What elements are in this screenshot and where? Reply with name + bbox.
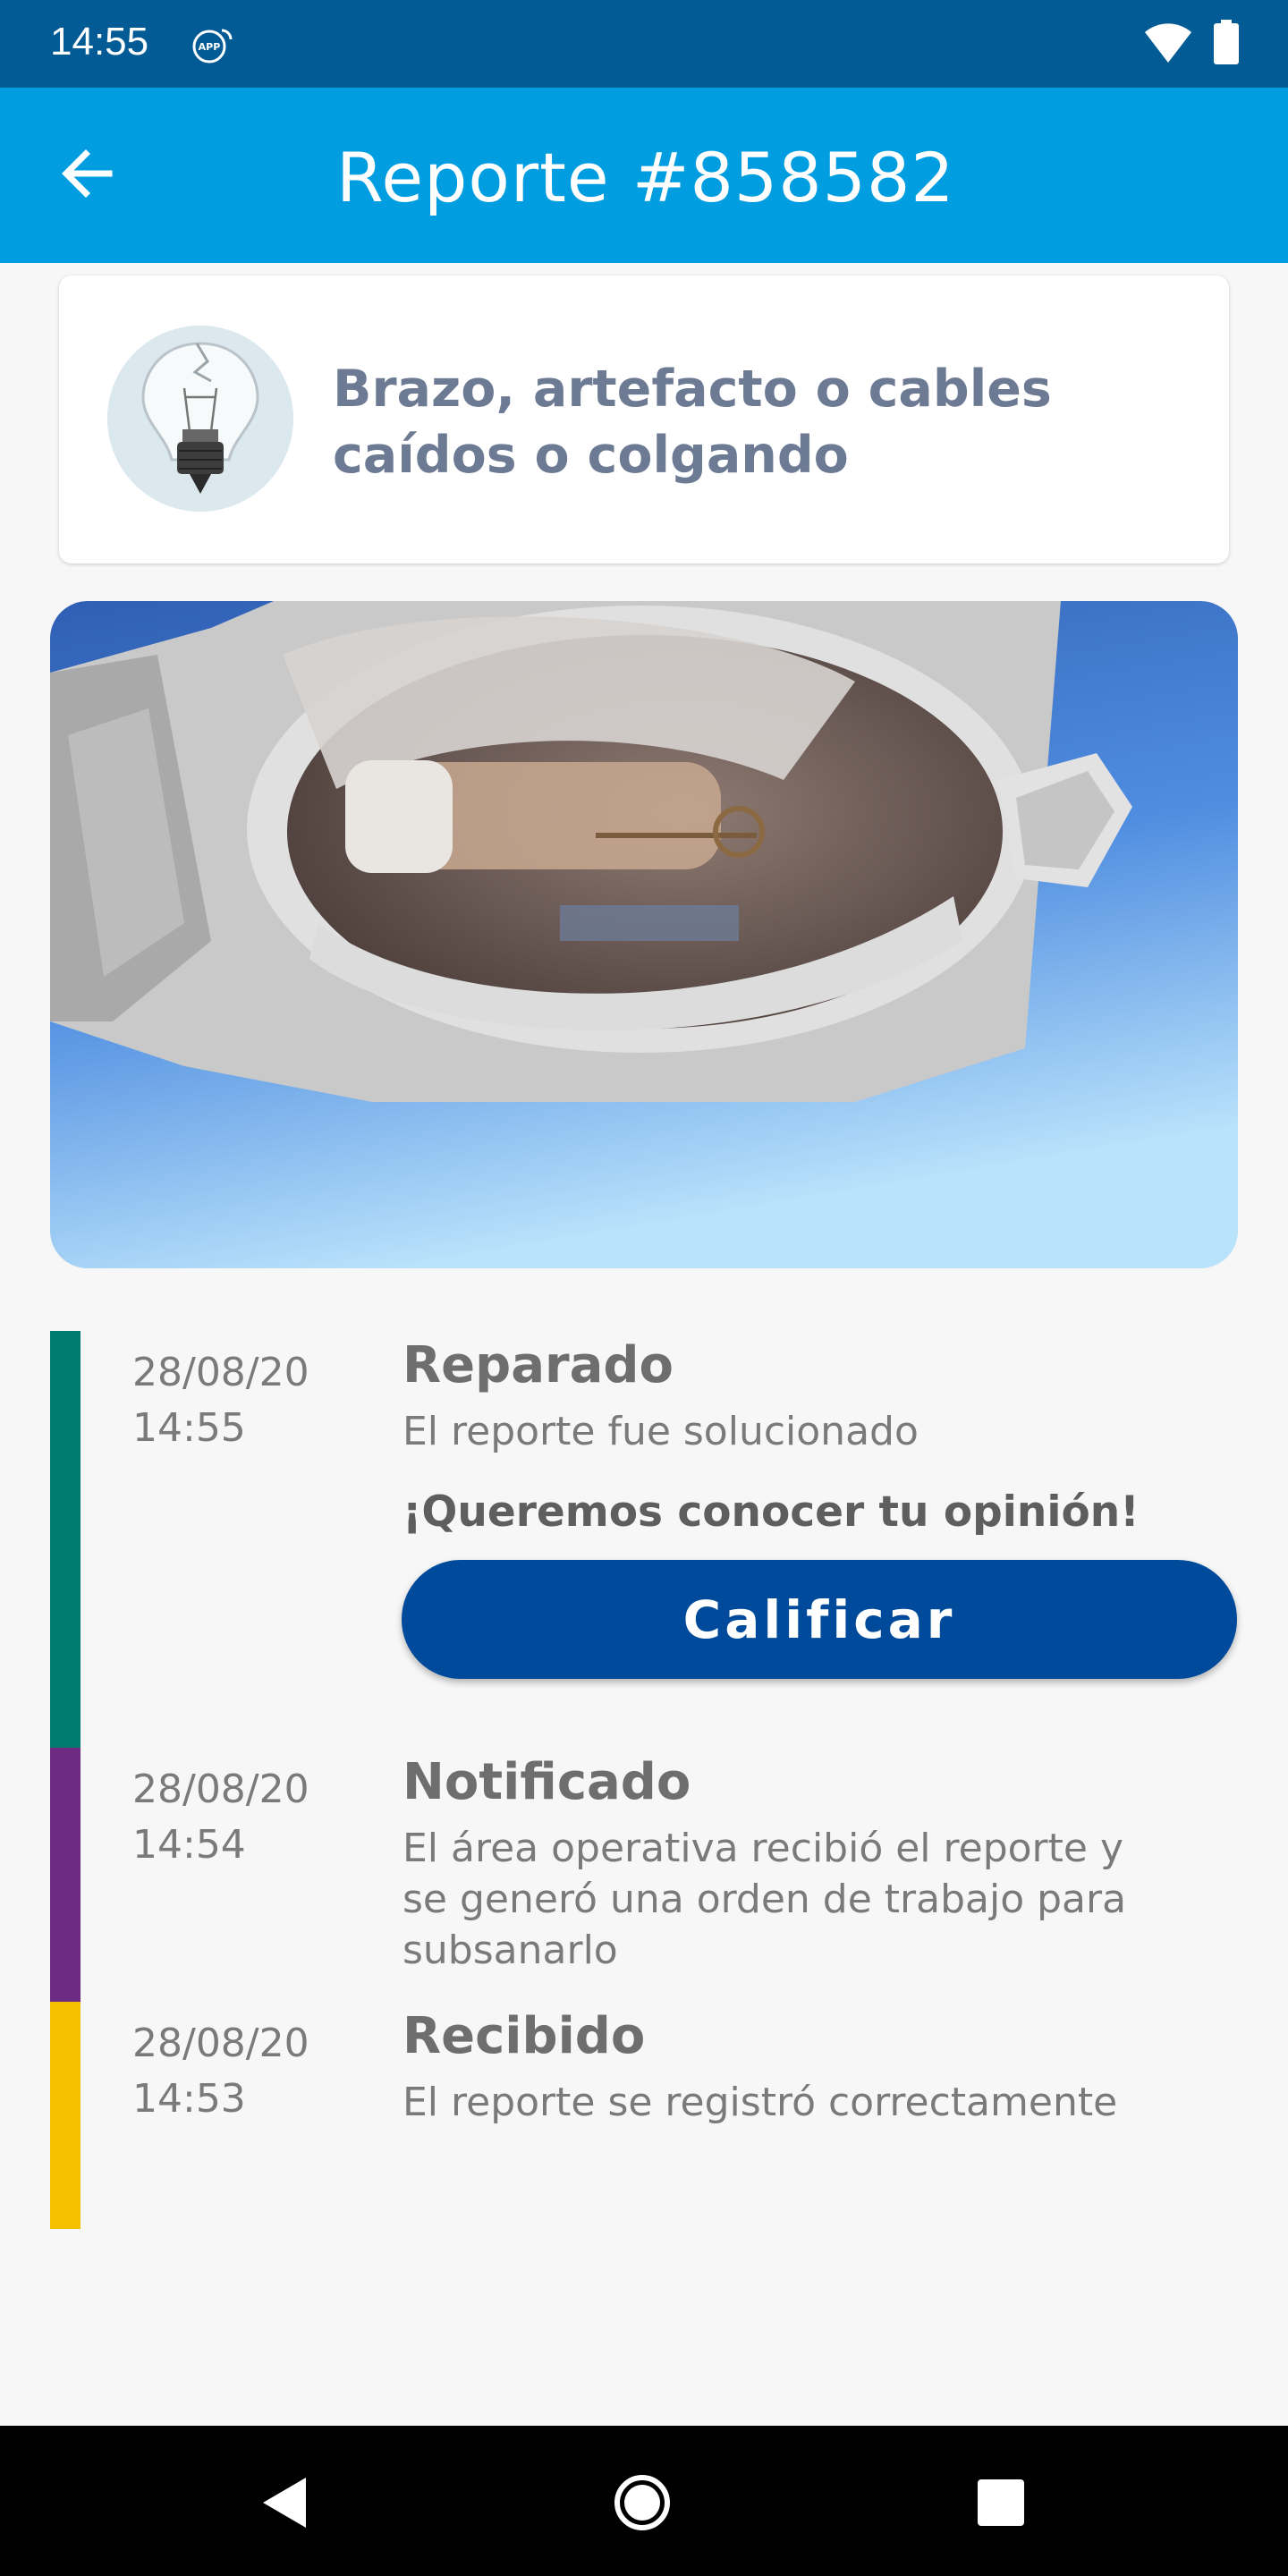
broken-bulb-icon xyxy=(107,326,293,512)
category-card: Brazo, artefacto o cables caídos o colga… xyxy=(59,275,1229,564)
square-recents-icon[interactable] xyxy=(978,2479,1024,2526)
circle-home-icon[interactable] xyxy=(614,2474,671,2531)
triangle-back-icon[interactable] xyxy=(259,2476,309,2529)
timeline-bar-reparado xyxy=(50,1331,80,1748)
timeline-description: El reporte fue solucionado xyxy=(402,1409,919,1454)
page-title: Reporte #858582 xyxy=(336,138,955,217)
timeline-status: Recibido xyxy=(402,2007,646,2065)
timeline-bar-notificado xyxy=(50,1748,80,2002)
status-time: 14:55 xyxy=(50,20,149,64)
timeline-description: El área operativa recibió el reporte y s… xyxy=(402,1826,1127,1973)
street-lamp-photo xyxy=(50,601,1238,1268)
timeline-date: 28/08/20 14:53 xyxy=(132,2016,309,2127)
timeline-bar-recibido xyxy=(50,2002,80,2229)
back-button[interactable] xyxy=(45,132,127,215)
timeline-date-day: 28/08/20 xyxy=(132,1767,309,1812)
timeline-date: 28/08/20 14:55 xyxy=(132,1345,309,1456)
app-badge-icon: APP xyxy=(192,29,233,64)
timeline-status: Reparado xyxy=(402,1336,674,1394)
report-photo xyxy=(50,601,1238,1268)
status-bar: 14:55 APP xyxy=(0,0,1288,88)
timeline-date: 28/08/20 14:54 xyxy=(132,1762,309,1873)
timeline-description: El reporte se registró correctamente xyxy=(402,2080,1118,2125)
timeline-date-time: 14:54 xyxy=(132,1822,246,1868)
timeline-date-time: 14:53 xyxy=(132,2076,246,2122)
wifi-icon xyxy=(1145,23,1191,63)
app-bar: Reporte #858582 xyxy=(0,88,1288,263)
timeline-date-day: 28/08/20 xyxy=(132,1350,309,1395)
system-nav-bar xyxy=(0,2426,1288,2576)
timeline-status: Notificado xyxy=(402,1753,691,1811)
svg-text:APP: APP xyxy=(199,41,221,53)
arrow-back-icon xyxy=(62,149,113,198)
category-title: Brazo, artefacto o cables caídos o colga… xyxy=(333,360,1052,485)
timeline-date-day: 28/08/20 xyxy=(132,2021,309,2066)
battery-icon xyxy=(1214,20,1239,64)
rate-button[interactable]: Calificar xyxy=(402,1560,1237,1679)
feedback-prompt: ¡Queremos conocer tu opinión! xyxy=(402,1487,1140,1537)
timeline-date-time: 14:55 xyxy=(132,1405,246,1451)
